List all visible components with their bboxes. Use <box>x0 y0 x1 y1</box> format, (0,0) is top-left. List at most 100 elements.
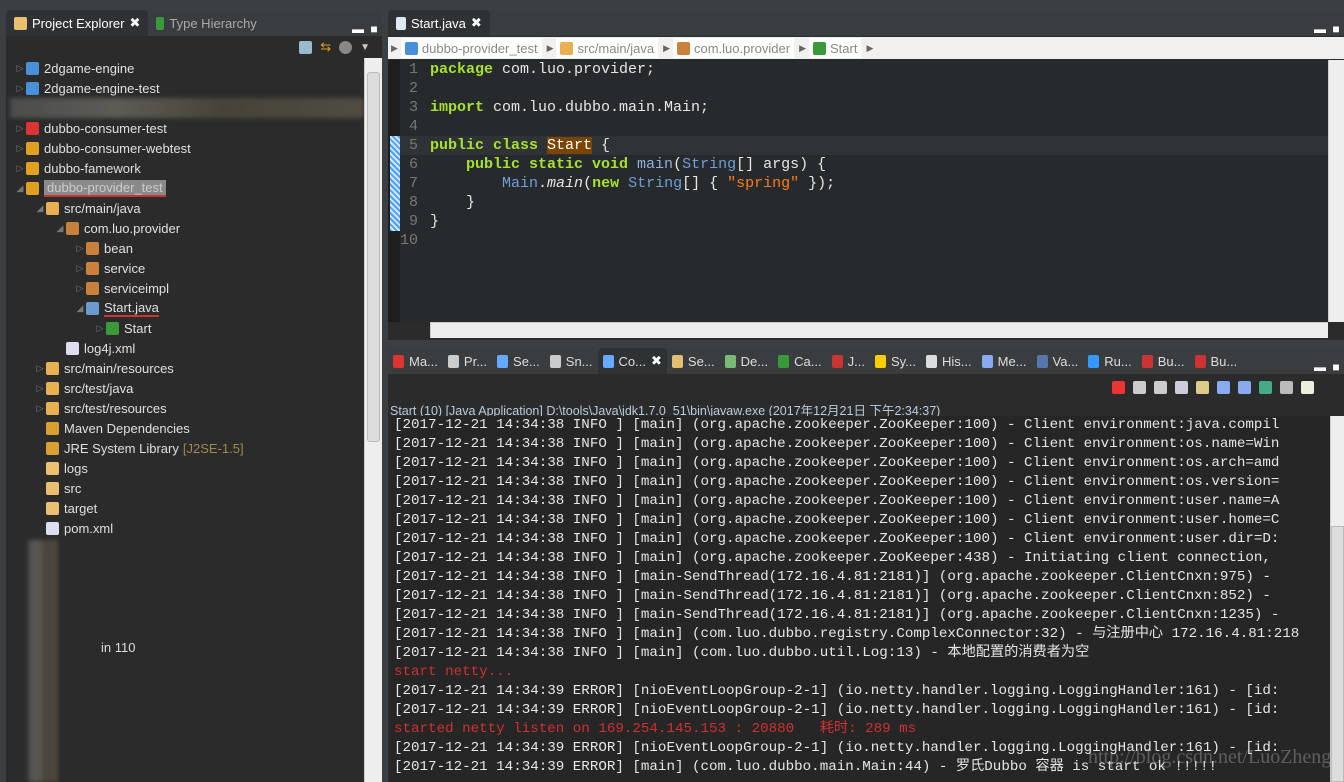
tree-scrollbar[interactable] <box>364 58 382 782</box>
breadcrumb-separator-icon[interactable]: ▶ <box>544 43 557 54</box>
console-tab[interactable]: Va... <box>1032 348 1084 374</box>
console-output[interactable]: [2017-12-21 14:34:38 INFO ] [main] (org.… <box>390 416 1330 782</box>
collapsed-arrow-icon[interactable]: ▷ <box>34 363 46 374</box>
tree-item[interactable]: ▷ src/main/resources <box>6 358 364 378</box>
clear-console-icon[interactable] <box>1175 380 1188 394</box>
tree-item[interactable]: ◢ com.luo.provider <box>6 218 364 238</box>
tree-item[interactable]: ▷ dubbo-consumer-webtest <box>6 138 364 158</box>
tree-item[interactable]: target <box>6 498 364 518</box>
tree-item[interactable]: ▷ 2dgame-engine-test <box>6 78 364 98</box>
editor-hscrollbar[interactable] <box>430 322 1328 338</box>
collapsed-arrow-icon[interactable]: ▷ <box>34 383 46 394</box>
tab-project-explorer[interactable]: Project Explorer ✖ <box>6 10 149 36</box>
console-scrollbar[interactable] <box>1330 416 1344 782</box>
collapsed-arrow-icon[interactable]: ▷ <box>74 263 86 274</box>
watermark: http://blog.csdn.net/LuoZheng4698729 <box>1088 746 1344 768</box>
console-tab[interactable]: Sy... <box>870 348 921 374</box>
breadcrumb-separator-icon[interactable]: ▶ <box>660 43 673 54</box>
console-tab[interactable]: Me... <box>977 348 1032 374</box>
display-console-icon[interactable] <box>1280 380 1293 394</box>
minimize-icon[interactable]: ▬ <box>1312 22 1328 36</box>
maximize-icon[interactable]: ■ <box>1328 360 1344 374</box>
terminate-icon[interactable] <box>1112 380 1125 394</box>
console-tab[interactable]: Sn... <box>545 348 598 374</box>
console-tab[interactable]: His... <box>921 348 977 374</box>
tree-item[interactable]: log4j.xml <box>6 338 364 358</box>
view-menu-icon[interactable]: ▼ <box>360 42 370 53</box>
collapsed-arrow-icon[interactable]: ▷ <box>74 283 86 294</box>
tree-item[interactable]: ▷ src/test/java <box>6 378 364 398</box>
scroll-lock-icon[interactable] <box>1196 380 1209 394</box>
tree-item[interactable]: ▷ Start <box>6 318 364 338</box>
tree-item[interactable]: ▷ bean <box>6 238 364 258</box>
tree-item[interactable]: ▷ serviceimpl <box>6 278 364 298</box>
collapsed-arrow-icon[interactable]: ▷ <box>14 83 26 94</box>
tree-item[interactable]: JRE System Library [J2SE-1.5] <box>6 438 364 458</box>
console-tab[interactable]: Ru... <box>1083 348 1136 374</box>
breadcrumb-item[interactable]: com.luo.provider <box>672 38 795 58</box>
breadcrumb-item[interactable]: Start <box>809 38 862 58</box>
expanded-arrow-icon[interactable]: ◢ <box>54 223 66 234</box>
console-tab[interactable]: Ca... <box>773 348 826 374</box>
scrollbar-thumb[interactable] <box>367 72 380 442</box>
collapsed-arrow-icon[interactable]: ▷ <box>94 323 106 334</box>
tree-item[interactable]: pom.xml <box>6 518 364 538</box>
tree-item[interactable]: ▷ 2dgame-engine <box>6 58 364 78</box>
filter-icon[interactable] <box>339 40 353 54</box>
collapsed-arrow-icon[interactable]: ▷ <box>74 243 86 254</box>
open-console-icon[interactable] <box>1301 380 1314 394</box>
console-tab[interactable]: Pr... <box>443 348 492 374</box>
tree-item[interactable]: ◢ dubbo-provider_test <box>6 178 364 198</box>
console-tab[interactable]: Ma... <box>388 348 443 374</box>
console-tab[interactable]: Co... ✖ <box>597 348 667 374</box>
tree-item[interactable]: ▷ service <box>6 258 364 278</box>
console-tab[interactable]: Bu... <box>1137 348 1190 374</box>
collapse-all-icon[interactable] <box>299 40 313 54</box>
tree-item[interactable]: ▷ dubbo-consumer-test <box>6 118 364 138</box>
breadcrumb-separator-icon[interactable]: ▶ <box>796 43 809 54</box>
breadcrumb-item[interactable]: dubbo-provider_test <box>400 38 542 58</box>
minimize-icon[interactable]: ▬ <box>1312 360 1328 374</box>
editor-vscrollbar[interactable] <box>1328 60 1344 322</box>
close-icon[interactable]: ✖ <box>129 15 140 31</box>
collapsed-arrow-icon[interactable]: ▷ <box>14 123 26 134</box>
collapsed-arrow-icon[interactable]: ▷ <box>14 63 26 74</box>
code-editor[interactable]: 1 package com.luo.provider; 2 3 import com.l… <box>388 60 1328 322</box>
maximize-icon[interactable]: ■ <box>366 22 382 36</box>
expanded-arrow-icon[interactable]: ◢ <box>34 203 46 214</box>
tree-item[interactable]: logs <box>6 458 364 478</box>
show-on-stdout-icon[interactable] <box>1217 380 1230 394</box>
collapsed-arrow-icon[interactable]: ▷ <box>14 143 26 154</box>
show-on-stderr-icon[interactable] <box>1238 380 1251 394</box>
breadcrumb-separator-icon[interactable]: ▶ <box>388 43 401 54</box>
tree-item[interactable]: src <box>6 478 364 498</box>
tab-start-java[interactable]: Start.java ✖ <box>388 10 490 36</box>
tree-item[interactable]: ▷ dubbo-famework <box>6 158 364 178</box>
tab-type-hierarchy[interactable]: Type Hierarchy <box>148 10 264 36</box>
minimize-icon[interactable]: ▬ <box>350 22 366 36</box>
expanded-arrow-icon[interactable]: ◢ <box>14 183 26 194</box>
pin-console-icon[interactable] <box>1259 380 1272 394</box>
tree-item[interactable]: ◢ Start.java <box>6 298 364 318</box>
scrollbar-thumb[interactable] <box>1331 526 1344 782</box>
expanded-arrow-icon[interactable]: ◢ <box>74 303 86 314</box>
breadcrumb-separator-icon[interactable]: ▶ <box>863 43 876 54</box>
tree-item[interactable] <box>10 98 364 118</box>
breadcrumb-item[interactable]: src/main/java <box>556 38 659 58</box>
tree-item[interactable]: ◢ src/main/java <box>6 198 364 218</box>
remove-all-launches-icon[interactable] <box>1154 380 1167 394</box>
collapsed-arrow-icon[interactable]: ▷ <box>34 403 46 414</box>
console-tab[interactable]: J... <box>827 348 870 374</box>
console-tab[interactable]: Se... <box>492 348 545 374</box>
maximize-icon[interactable]: ■ <box>1328 22 1344 36</box>
remove-launch-icon[interactable] <box>1133 380 1146 394</box>
tree-item[interactable]: Maven Dependencies <box>6 418 364 438</box>
console-tab[interactable]: Bu... <box>1190 348 1243 374</box>
close-icon[interactable]: ✖ <box>471 15 482 31</box>
console-tab[interactable]: Se... <box>667 348 720 374</box>
link-with-editor-icon[interactable]: ⇆ <box>320 39 331 55</box>
console-tab[interactable]: De... <box>720 348 773 374</box>
tree-item[interactable]: ▷ src/test/resources <box>6 398 364 418</box>
collapsed-arrow-icon[interactable]: ▷ <box>14 163 26 174</box>
close-icon[interactable]: ✖ <box>651 353 662 369</box>
